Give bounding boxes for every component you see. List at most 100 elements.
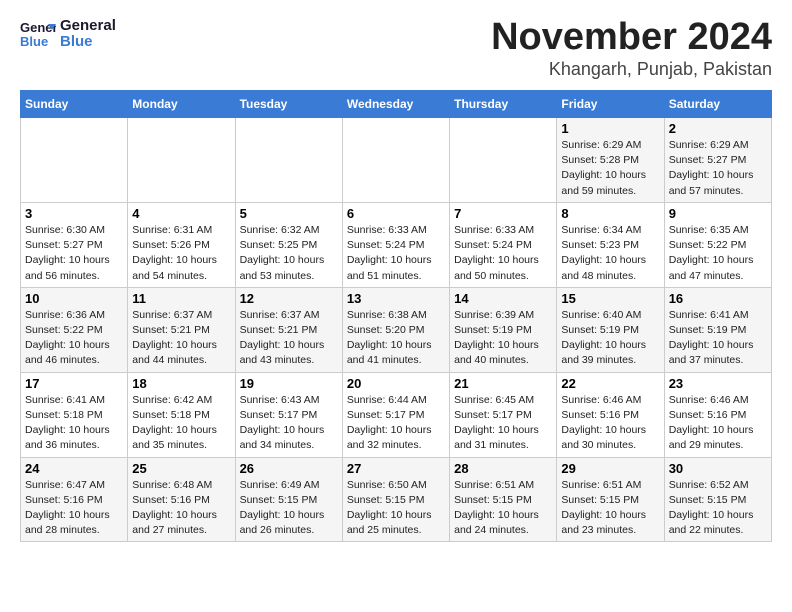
day-info: Sunrise: 6:31 AMSunset: 5:26 PMDaylight:… <box>132 223 230 284</box>
day-info: Sunrise: 6:43 AMSunset: 5:17 PMDaylight:… <box>240 393 338 454</box>
calendar-cell: 4 Sunrise: 6:31 AMSunset: 5:26 PMDaylight… <box>128 202 235 287</box>
day-number: 30 <box>669 461 767 476</box>
day-info: Sunrise: 6:46 AMSunset: 5:16 PMDaylight:… <box>669 393 767 454</box>
calendar-cell <box>342 118 449 203</box>
day-number: 2 <box>669 121 767 136</box>
calendar-cell: 28 Sunrise: 6:51 AMSunset: 5:15 PMDayligh… <box>450 457 557 542</box>
calendar-cell <box>450 118 557 203</box>
day-number: 6 <box>347 206 445 221</box>
day-number: 29 <box>561 461 659 476</box>
day-number: 19 <box>240 376 338 391</box>
day-number: 8 <box>561 206 659 221</box>
day-number: 24 <box>25 461 123 476</box>
calendar-cell: 30Sunrise: 6:52 AMSunset: 5:15 PMDayligh… <box>664 457 771 542</box>
header: General Blue General Blue November 2024 … <box>20 16 772 80</box>
calendar-cell: 11 Sunrise: 6:37 AMSunset: 5:21 PMDayligh… <box>128 287 235 372</box>
day-info: Sunrise: 6:48 AMSunset: 5:16 PMDaylight:… <box>132 478 230 539</box>
calendar-cell: 9 Sunrise: 6:35 AMSunset: 5:22 PMDaylight… <box>664 202 771 287</box>
day-number: 22 <box>561 376 659 391</box>
day-info: Sunrise: 6:29 AMSunset: 5:28 PMDaylight:… <box>561 138 659 199</box>
calendar-cell: 19 Sunrise: 6:43 AMSunset: 5:17 PMDayligh… <box>235 372 342 457</box>
location: Khangarh, Punjab, Pakistan <box>491 59 772 80</box>
day-info: Sunrise: 6:30 AMSunset: 5:27 PMDaylight:… <box>25 223 123 284</box>
calendar-cell: 2 Sunrise: 6:29 AMSunset: 5:27 PMDaylight… <box>664 118 771 203</box>
day-number: 7 <box>454 206 552 221</box>
day-number: 27 <box>347 461 445 476</box>
day-number: 26 <box>240 461 338 476</box>
day-number: 25 <box>132 461 230 476</box>
day-number: 1 <box>561 121 659 136</box>
week-row-3: 10Sunrise: 6:36 AMSunset: 5:22 PMDayligh… <box>21 287 772 372</box>
calendar-cell: 8 Sunrise: 6:34 AMSunset: 5:23 PMDaylight… <box>557 202 664 287</box>
day-info: Sunrise: 6:32 AMSunset: 5:25 PMDaylight:… <box>240 223 338 284</box>
day-number: 13 <box>347 291 445 306</box>
day-info: Sunrise: 6:49 AMSunset: 5:15 PMDaylight:… <box>240 478 338 539</box>
day-info: Sunrise: 6:40 AMSunset: 5:19 PMDaylight:… <box>561 308 659 369</box>
day-info: Sunrise: 6:45 AMSunset: 5:17 PMDaylight:… <box>454 393 552 454</box>
calendar-body: 1 Sunrise: 6:29 AMSunset: 5:28 PMDaylight… <box>21 118 772 542</box>
calendar-cell: 12Sunrise: 6:37 AMSunset: 5:21 PMDayligh… <box>235 287 342 372</box>
day-info: Sunrise: 6:44 AMSunset: 5:17 PMDaylight:… <box>347 393 445 454</box>
week-row-5: 24 Sunrise: 6:47 AMSunset: 5:16 PMDayligh… <box>21 457 772 542</box>
calendar-cell <box>128 118 235 203</box>
weekday-header-sunday: Sunday <box>21 91 128 118</box>
weekday-header-thursday: Thursday <box>450 91 557 118</box>
day-info: Sunrise: 6:35 AMSunset: 5:22 PMDaylight:… <box>669 223 767 284</box>
calendar-cell: 24 Sunrise: 6:47 AMSunset: 5:16 PMDayligh… <box>21 457 128 542</box>
day-info: Sunrise: 6:34 AMSunset: 5:23 PMDaylight:… <box>561 223 659 284</box>
logo: General Blue General Blue <box>20 16 116 52</box>
day-info: Sunrise: 6:37 AMSunset: 5:21 PMDaylight:… <box>132 308 230 369</box>
logo-icon: General Blue <box>20 16 56 52</box>
day-number: 17 <box>25 376 123 391</box>
calendar-cell: 5 Sunrise: 6:32 AMSunset: 5:25 PMDaylight… <box>235 202 342 287</box>
calendar-cell: 7 Sunrise: 6:33 AMSunset: 5:24 PMDaylight… <box>450 202 557 287</box>
calendar-cell: 17 Sunrise: 6:41 AMSunset: 5:18 PMDayligh… <box>21 372 128 457</box>
day-info: Sunrise: 6:46 AMSunset: 5:16 PMDaylight:… <box>561 393 659 454</box>
calendar-cell: 16Sunrise: 6:41 AMSunset: 5:19 PMDayligh… <box>664 287 771 372</box>
page: General Blue General Blue November 2024 … <box>0 0 792 552</box>
calendar-header: SundayMondayTuesdayWednesdayThursdayFrid… <box>21 91 772 118</box>
day-info: Sunrise: 6:37 AMSunset: 5:21 PMDaylight:… <box>240 308 338 369</box>
weekday-header-row: SundayMondayTuesdayWednesdayThursdayFrid… <box>21 91 772 118</box>
calendar-cell: 14Sunrise: 6:39 AMSunset: 5:19 PMDayligh… <box>450 287 557 372</box>
day-number: 28 <box>454 461 552 476</box>
calendar-cell: 13Sunrise: 6:38 AMSunset: 5:20 PMDayligh… <box>342 287 449 372</box>
calendar-cell: 20Sunrise: 6:44 AMSunset: 5:17 PMDayligh… <box>342 372 449 457</box>
calendar-cell: 23 Sunrise: 6:46 AMSunset: 5:16 PMDayligh… <box>664 372 771 457</box>
week-row-2: 3 Sunrise: 6:30 AMSunset: 5:27 PMDaylight… <box>21 202 772 287</box>
title-block: November 2024 Khangarh, Punjab, Pakistan <box>491 16 772 80</box>
calendar-cell <box>21 118 128 203</box>
calendar-cell: 3 Sunrise: 6:30 AMSunset: 5:27 PMDaylight… <box>21 202 128 287</box>
day-info: Sunrise: 6:36 AMSunset: 5:22 PMDaylight:… <box>25 308 123 369</box>
day-number: 11 <box>132 291 230 306</box>
calendar-cell: 18 Sunrise: 6:42 AMSunset: 5:18 PMDayligh… <box>128 372 235 457</box>
day-number: 3 <box>25 206 123 221</box>
day-info: Sunrise: 6:47 AMSunset: 5:16 PMDaylight:… <box>25 478 123 539</box>
day-info: Sunrise: 6:33 AMSunset: 5:24 PMDaylight:… <box>454 223 552 284</box>
day-number: 5 <box>240 206 338 221</box>
calendar-cell: 29 Sunrise: 6:51 AMSunset: 5:15 PMDayligh… <box>557 457 664 542</box>
day-info: Sunrise: 6:41 AMSunset: 5:19 PMDaylight:… <box>669 308 767 369</box>
day-number: 9 <box>669 206 767 221</box>
week-row-4: 17 Sunrise: 6:41 AMSunset: 5:18 PMDayligh… <box>21 372 772 457</box>
day-number: 21 <box>454 376 552 391</box>
logo-line1: General <box>60 18 116 35</box>
weekday-header-friday: Friday <box>557 91 664 118</box>
calendar-cell: 6Sunrise: 6:33 AMSunset: 5:24 PMDaylight… <box>342 202 449 287</box>
day-info: Sunrise: 6:42 AMSunset: 5:18 PMDaylight:… <box>132 393 230 454</box>
day-info: Sunrise: 6:51 AMSunset: 5:15 PMDaylight:… <box>454 478 552 539</box>
calendar-cell: 22 Sunrise: 6:46 AMSunset: 5:16 PMDayligh… <box>557 372 664 457</box>
calendar-cell: 10Sunrise: 6:36 AMSunset: 5:22 PMDayligh… <box>21 287 128 372</box>
weekday-header-tuesday: Tuesday <box>235 91 342 118</box>
svg-text:Blue: Blue <box>20 34 48 49</box>
day-info: Sunrise: 6:50 AMSunset: 5:15 PMDaylight:… <box>347 478 445 539</box>
day-info: Sunrise: 6:41 AMSunset: 5:18 PMDaylight:… <box>25 393 123 454</box>
day-info: Sunrise: 6:51 AMSunset: 5:15 PMDaylight:… <box>561 478 659 539</box>
day-info: Sunrise: 6:39 AMSunset: 5:19 PMDaylight:… <box>454 308 552 369</box>
day-number: 23 <box>669 376 767 391</box>
day-number: 18 <box>132 376 230 391</box>
day-info: Sunrise: 6:29 AMSunset: 5:27 PMDaylight:… <box>669 138 767 199</box>
calendar-cell: 1 Sunrise: 6:29 AMSunset: 5:28 PMDaylight… <box>557 118 664 203</box>
calendar-cell: 21 Sunrise: 6:45 AMSunset: 5:17 PMDayligh… <box>450 372 557 457</box>
day-number: 4 <box>132 206 230 221</box>
